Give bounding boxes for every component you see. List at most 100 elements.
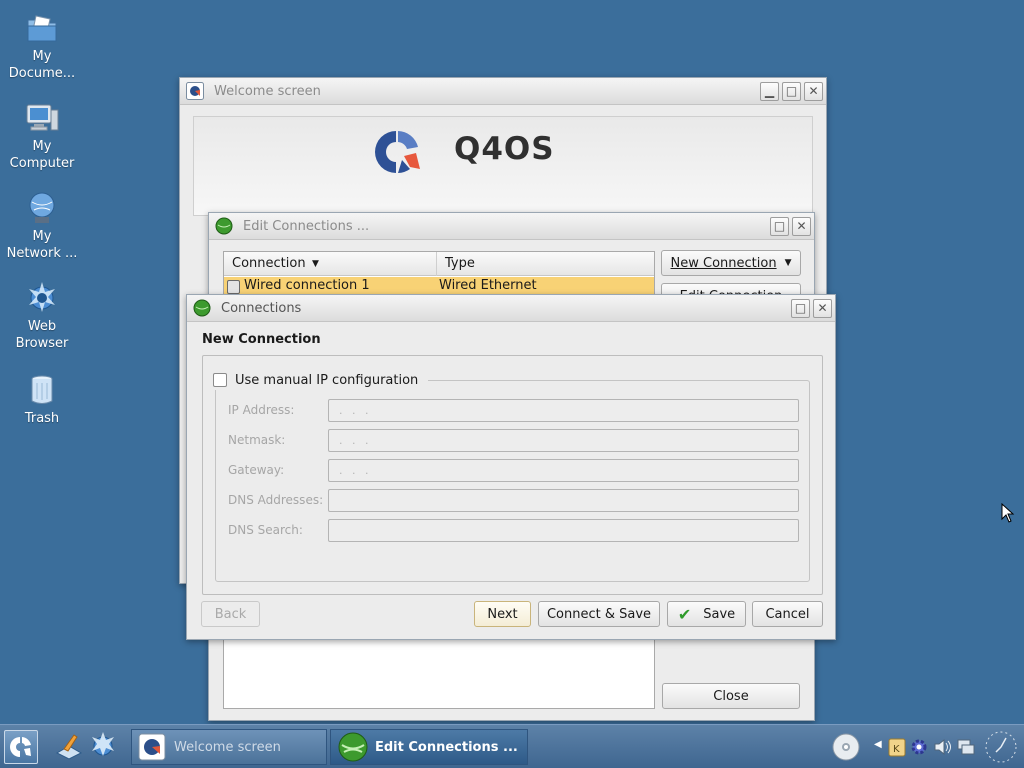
desktop-icon-label: Web Browser — [15, 319, 69, 351]
close-icon: ✕ — [796, 219, 807, 233]
welcome-banner: Q4OS — [193, 116, 813, 216]
column-header-label: Connection — [232, 256, 306, 271]
desktop-icon-label: My Docume... — [8, 49, 76, 81]
close-icon: ✕ — [808, 84, 819, 98]
back-button[interactable]: Back — [201, 601, 260, 627]
edit-connections-titlebar[interactable]: Edit Connections ... □ ✕ — [209, 213, 814, 240]
q4os-logo-icon — [375, 131, 420, 173]
column-header-label: Type — [445, 256, 475, 271]
tray-expand-arrow-icon[interactable]: ◀ — [874, 739, 882, 750]
q4os-app-icon — [138, 733, 166, 761]
connections-dialog: Connections □ ✕ New Connection Use manua… — [186, 294, 836, 640]
clock-icon[interactable] — [984, 730, 1018, 764]
maximize-icon: □ — [773, 219, 786, 233]
wired-connection-icon — [227, 280, 240, 294]
trash-icon — [31, 375, 53, 404]
svg-text:K: K — [893, 744, 900, 755]
netmask-label: Netmask: — [228, 433, 286, 447]
next-button[interactable]: Next — [474, 601, 531, 627]
computer-icon — [26, 104, 59, 131]
dns-search-label: DNS Search: — [228, 523, 303, 537]
mouse-cursor-icon — [1001, 503, 1015, 523]
task-label: Welcome screen — [174, 739, 281, 755]
desktop-icon-web-browser[interactable]: Web Browser — [0, 280, 84, 352]
dropdown-arrow-icon: ▼ — [784, 258, 792, 268]
window-title: Edit Connections ... — [243, 218, 370, 234]
web-browser-icon — [29, 282, 55, 312]
back-label: Back — [214, 606, 247, 622]
volume-icon[interactable] — [933, 737, 953, 757]
gateway-label: Gateway: — [228, 463, 285, 477]
connect-save-button[interactable]: Connect & Save — [538, 601, 660, 627]
connection-type: Wired Ethernet — [439, 278, 537, 293]
maximize-icon: □ — [785, 84, 798, 98]
column-header-connection[interactable]: Connection ▼ — [224, 252, 437, 276]
checkmark-icon: ✔ — [677, 604, 692, 624]
close-icon: ✕ — [817, 301, 828, 315]
settings-gear-icon[interactable] — [909, 737, 929, 757]
start-menu-button[interactable] — [4, 730, 38, 764]
connect-save-label: Connect & Save — [546, 606, 652, 622]
q4os-start-icon — [10, 737, 31, 757]
taskbar: Welcome screen Edit Connections ... ◀ K — [0, 724, 1024, 768]
network-globe-icon — [338, 732, 368, 762]
folder-documents-icon — [27, 15, 57, 42]
manual-ip-checkbox[interactable] — [213, 373, 227, 387]
network-globe-icon — [193, 299, 211, 317]
task-edit-connections[interactable]: Edit Connections ... — [330, 729, 528, 765]
ip-address-field[interactable]: . . . — [328, 399, 799, 422]
close-window-button[interactable]: Close — [662, 683, 800, 709]
desktop-icon-trash[interactable]: Trash — [0, 372, 84, 427]
window-title: Welcome screen — [214, 83, 321, 99]
close-button[interactable]: ✕ — [792, 216, 811, 236]
clipboard-icon[interactable]: K — [888, 737, 906, 757]
desktop-icon-my-documents[interactable]: My Docume... — [0, 10, 84, 82]
close-label: Close — [713, 688, 749, 704]
dns-addresses-field[interactable] — [328, 489, 799, 512]
netmask-field[interactable]: . . . — [328, 429, 799, 452]
desktop-icon-label: My Network ... — [6, 229, 78, 261]
save-label: Save — [703, 606, 736, 622]
network-status-icon[interactable] — [956, 737, 976, 757]
manual-ip-checkbox-row[interactable]: Use manual IP configuration — [210, 370, 429, 390]
optical-disc-icon[interactable] — [831, 732, 861, 762]
dns-search-field[interactable] — [328, 519, 799, 542]
close-button[interactable]: ✕ — [813, 298, 832, 318]
connections-titlebar[interactable]: Connections □ ✕ — [187, 295, 835, 322]
network-icon — [29, 192, 55, 223]
window-title: Connections — [221, 300, 302, 316]
welcome-titlebar[interactable]: Welcome screen ▁ □ ✕ — [180, 78, 826, 105]
maximize-button[interactable]: □ — [770, 216, 789, 236]
desktop-icon-my-computer[interactable]: My Computer — [0, 100, 84, 172]
settings-panel: Use manual IP configuration IP Address: … — [202, 355, 823, 595]
maximize-button[interactable]: □ — [782, 81, 801, 101]
web-browser-launcher-icon[interactable] — [88, 731, 118, 761]
save-button[interactable]: ✔ Save — [667, 601, 746, 627]
column-header-type[interactable]: Type — [438, 252, 654, 276]
new-connection-button[interactable]: New Connection ▼ — [661, 250, 801, 276]
maximize-button[interactable]: □ — [791, 298, 810, 318]
minimize-button[interactable]: ▁ — [760, 81, 779, 101]
dns-addresses-label: DNS Addresses: — [228, 493, 324, 507]
desktop-icon-label: Trash — [24, 411, 60, 426]
next-label: Next — [487, 606, 518, 622]
q4os-app-icon — [186, 82, 204, 100]
dialog-heading: New Connection — [202, 332, 321, 347]
sort-down-icon: ▼ — [312, 259, 319, 269]
gateway-field[interactable]: . . . — [328, 459, 799, 482]
task-welcome-screen[interactable]: Welcome screen — [131, 729, 327, 765]
ip-address-label: IP Address: — [228, 403, 295, 417]
task-label: Edit Connections ... — [375, 739, 518, 755]
maximize-icon: □ — [794, 301, 807, 315]
connection-name: Wired connection 1 — [244, 278, 370, 293]
list-header: Connection ▼ Type — [224, 252, 654, 276]
desktop-icon-my-network[interactable]: My Network ... — [0, 190, 84, 262]
network-globe-icon — [215, 217, 233, 235]
desktop-icon-label: My Computer — [9, 139, 75, 171]
cancel-button[interactable]: Cancel — [752, 601, 823, 627]
cancel-label: Cancel — [765, 606, 810, 622]
q4os-brand-text: Q4OS — [454, 131, 555, 167]
close-button[interactable]: ✕ — [804, 81, 823, 101]
manual-ip-label: Use manual IP configuration — [235, 372, 419, 388]
file-manager-launcher-icon[interactable] — [54, 731, 84, 761]
